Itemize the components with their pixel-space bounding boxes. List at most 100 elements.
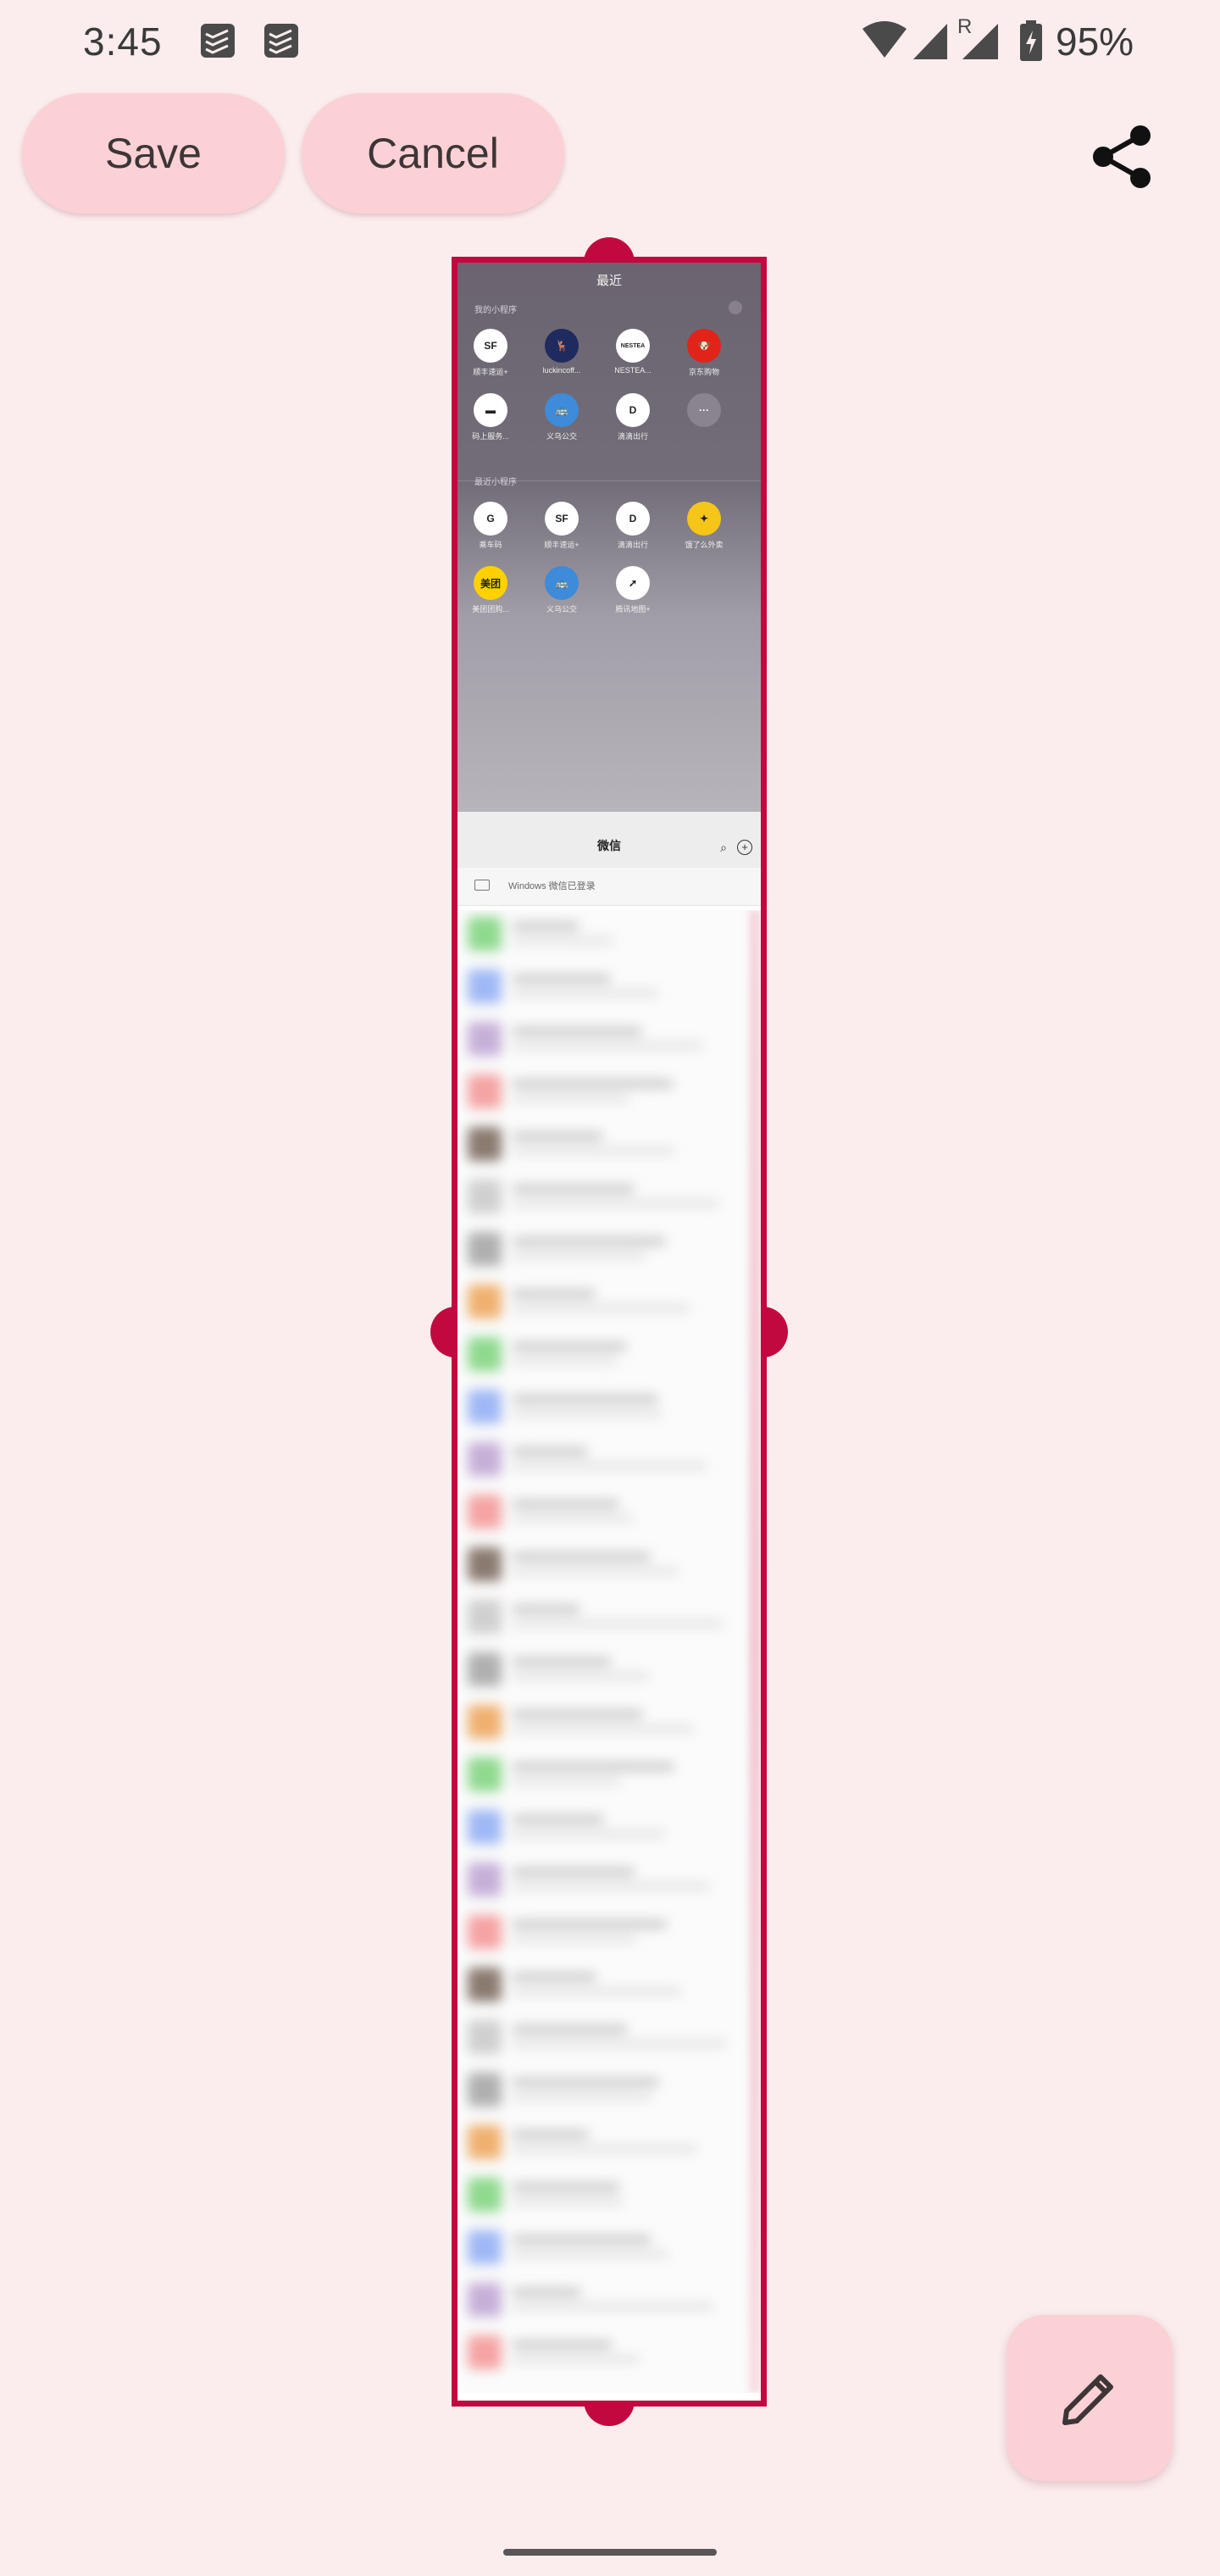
crop-handle-left[interactable] xyxy=(430,1307,458,1357)
crop-region[interactable]: 最近 我的小程序 SF 顺丰速运+ 🦌 luckincoff... NESTEA NEST… xyxy=(452,257,767,2407)
list-item xyxy=(464,1751,752,1798)
miniprogram-icon: ▬ xyxy=(474,393,507,427)
miniprogram-label: 滴滴出行 xyxy=(617,541,648,549)
pencil-icon xyxy=(1062,2374,1113,2425)
crop-handle-top[interactable] xyxy=(584,237,635,263)
share-button[interactable] xyxy=(1084,119,1161,195)
crop-handle-right[interactable] xyxy=(761,1307,788,1357)
recent-miniprograms-panel: 最近 我的小程序 SF 顺丰速运+ 🦌 luckincoff... NESTEA NEST… xyxy=(458,263,761,812)
miniprogram-label: 腾讯地图+ xyxy=(615,605,651,613)
list-item xyxy=(464,1488,752,1535)
list-item xyxy=(464,1225,752,1273)
list-item xyxy=(464,1593,752,1641)
list-item xyxy=(464,2013,752,2061)
list-item xyxy=(464,2276,752,2323)
miniprogram-item[interactable]: D 滴滴出行 xyxy=(603,502,663,550)
list-item xyxy=(464,1383,752,1430)
blurred-text xyxy=(512,2183,620,2191)
avatar xyxy=(468,1600,502,1634)
gesture-nav-handle[interactable] xyxy=(503,2549,717,2556)
blurred-text xyxy=(512,2235,652,2244)
avatar xyxy=(468,1968,502,2001)
list-item xyxy=(464,1908,752,1956)
blurred-text xyxy=(512,2288,581,2296)
blurred-text xyxy=(512,922,580,930)
miniprogram-icon: 美团 xyxy=(474,566,507,600)
miniprogram-label: 顺丰速运+ xyxy=(544,541,580,549)
miniprogram-label: 滴滴出行 xyxy=(617,432,648,441)
avatar xyxy=(468,1285,502,1319)
list-item xyxy=(464,1120,752,1168)
miniprogram-item[interactable]: G 乘车码 xyxy=(461,502,520,550)
avatar xyxy=(468,1495,502,1529)
blurred-text xyxy=(512,2356,640,2362)
blurred-text xyxy=(512,1185,635,1193)
cell-signal-roaming-icon xyxy=(962,24,998,59)
wechat-header: 微信 ⌕ + xyxy=(458,812,761,868)
miniprogram-label: 京东购物 xyxy=(688,368,719,376)
todoist-notification-icon xyxy=(201,24,235,58)
miniprogram-item[interactable]: SF 顺丰速运+ xyxy=(461,329,520,377)
miniprogram-item[interactable]: NESTEA NESTEA... xyxy=(603,329,663,375)
list-item xyxy=(464,2066,752,2113)
miniprogram-item[interactable]: 🐶 京东购物 xyxy=(674,329,734,377)
wifi-icon xyxy=(862,21,907,58)
blurred-text xyxy=(512,1815,604,1824)
miniprogram-item[interactable]: ··· xyxy=(674,393,734,430)
avatar xyxy=(468,2178,502,2212)
blurred-text xyxy=(512,2251,668,2257)
miniprogram-item[interactable]: ✦ 饿了么外卖 xyxy=(674,502,734,550)
status-bar: 3:45 R 95% xyxy=(0,0,1220,85)
list-item xyxy=(464,1803,752,1851)
avatar xyxy=(468,1915,502,1949)
list-item xyxy=(464,1015,752,1063)
blurred-text xyxy=(512,1095,629,1102)
list-item xyxy=(464,1278,752,1325)
avatar xyxy=(468,1810,502,1844)
monitor-icon xyxy=(474,880,490,891)
blurred-text xyxy=(512,1500,619,1508)
list-item xyxy=(464,910,752,958)
miniprogram-item[interactable]: 美团 美团团购... xyxy=(461,566,520,614)
blurred-text xyxy=(512,2040,726,2047)
save-button[interactable]: Save xyxy=(22,93,285,214)
list-item xyxy=(464,1698,752,1746)
list-item xyxy=(464,2118,752,2166)
battery-percentage: 95% xyxy=(1056,19,1134,64)
edit-button[interactable] xyxy=(1006,2315,1173,2481)
blurred-text xyxy=(512,2130,589,2139)
miniprogram-item[interactable]: 🚌 义乌公交 xyxy=(532,393,591,441)
miniprogram-item[interactable]: SF 顺丰速运+ xyxy=(532,502,591,550)
miniprogram-item[interactable]: 🦌 luckincoff... xyxy=(532,329,591,375)
avatar xyxy=(468,1547,502,1581)
miniprogram-item[interactable]: 🚌 义乌公交 xyxy=(532,566,591,614)
miniprogram-icon: 🦌 xyxy=(545,329,579,363)
avatar xyxy=(468,1442,502,1476)
miniprogram-label: luckincoff... xyxy=(542,366,581,375)
crop-handle-bottom[interactable] xyxy=(584,2401,635,2426)
blurred-text xyxy=(512,1237,666,1246)
avatar xyxy=(468,2073,502,2107)
avatar xyxy=(468,2125,502,2159)
avatar xyxy=(468,1232,502,1266)
list-item xyxy=(464,1856,752,1903)
blurred-text xyxy=(512,1920,667,1929)
blurred-text xyxy=(512,1515,633,1522)
miniprogram-item[interactable]: ➚ 腾讯地图+ xyxy=(603,566,663,614)
miniprogram-item[interactable]: D 滴滴出行 xyxy=(603,393,663,441)
blurred-text xyxy=(512,1778,620,1785)
blurred-text xyxy=(512,1080,674,1088)
list-item xyxy=(464,2329,752,2376)
miniprogram-icon: SF xyxy=(474,329,507,363)
miniprogram-icon: SF xyxy=(545,502,579,536)
blurred-text xyxy=(512,1290,596,1298)
avatar xyxy=(468,1390,502,1424)
screenshot-preview: 最近 我的小程序 SF 顺丰速运+ 🦌 luckincoff... NESTEA NEST… xyxy=(458,263,761,2401)
miniprogram-item[interactable]: ▬ 码上服务... xyxy=(461,393,520,441)
avatar xyxy=(468,1652,502,1686)
blurred-text xyxy=(512,1620,723,1627)
avatar xyxy=(468,917,502,951)
blurred-text xyxy=(512,2303,713,2310)
cancel-button[interactable]: Cancel xyxy=(302,93,564,214)
cell-signal-icon xyxy=(913,24,947,59)
